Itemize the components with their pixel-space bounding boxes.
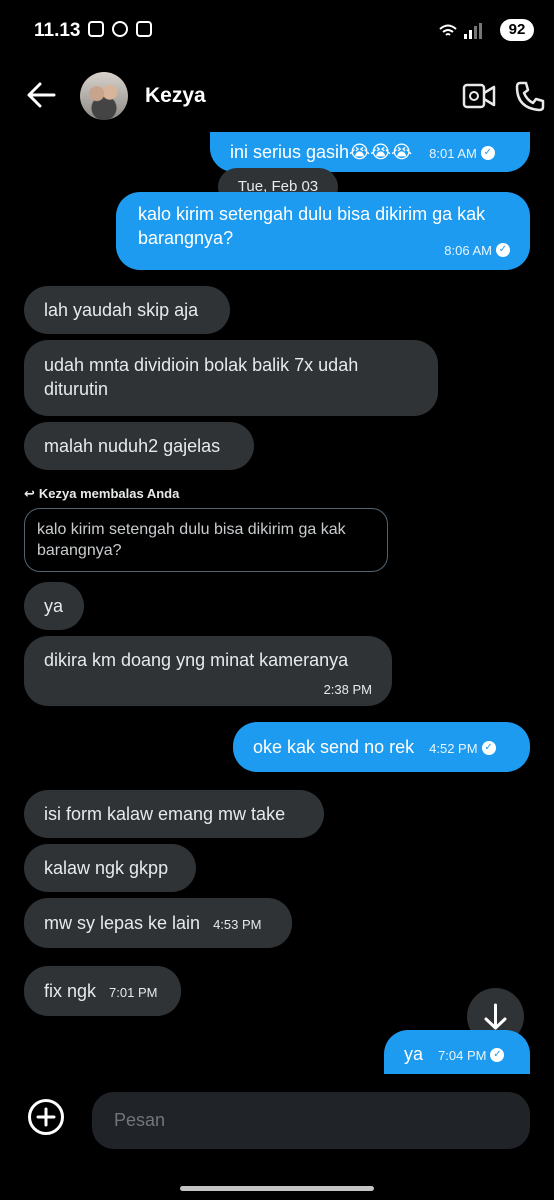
check-circle-icon: ✓ — [480, 146, 495, 161]
check-circle-icon: ✓ — [496, 243, 510, 258]
screenshot-icon — [88, 21, 104, 37]
message-text: isi form kalaw emang mw take — [44, 804, 286, 824]
reply-quote[interactable]: kalo kirim setengah dulu bisa dikirim ga… — [24, 508, 388, 572]
message-text: dikira km doang yng minat kameranya — [44, 650, 349, 670]
message-text: udah mnta dividioin bolak balik 7x udah … — [44, 355, 359, 399]
message-time: 7:04 PM — [438, 1048, 487, 1063]
home-indicator — [180, 1186, 374, 1191]
message-bubble-incoming[interactable]: udah mnta dividioin bolak balik 7x udah … — [24, 340, 438, 416]
message-bubble-incoming[interactable]: kalaw ngk gkpp — [24, 844, 196, 892]
message-text: ini serius gasih😭😭😭 — [230, 142, 413, 162]
message-bubble-incoming[interactable]: fix ngk 7:01 PM — [24, 966, 181, 1016]
back-arrow-icon[interactable] — [26, 82, 56, 108]
message-text: oke kak send no rek — [253, 737, 415, 757]
whatsapp-icon — [112, 21, 128, 37]
message-text: ya — [404, 1044, 424, 1064]
message-bubble-incoming[interactable]: ya — [24, 582, 84, 630]
message-bubble-incoming[interactable]: lah yaudah skip aja — [24, 286, 230, 334]
message-bubble-outgoing[interactable]: kalo kirim setengah dulu bisa dikirim ga… — [116, 192, 530, 270]
status-time: 11.13 — [34, 20, 81, 41]
add-attachment-button[interactable] — [28, 1099, 64, 1135]
message-input[interactable]: Pesan — [92, 1092, 530, 1149]
message-time: 4:52 PM — [429, 741, 478, 756]
message-text: mw sy lepas ke lain — [44, 913, 201, 933]
check-circle-icon: ✓ — [481, 741, 496, 756]
message-bubble-incoming[interactable]: dikira km doang yng minat kameranya 2:38… — [24, 636, 392, 706]
message-text: lah yaudah skip aja — [44, 300, 199, 320]
message-bubble-outgoing[interactable]: ini serius gasih😭😭😭 8:01 AM ✓ — [210, 132, 530, 172]
message-time: 8:06 AM — [444, 243, 492, 258]
message-input-placeholder: Pesan — [114, 1110, 166, 1130]
message-bubble-incoming[interactable]: isi form kalaw emang mw take — [24, 790, 324, 838]
contact-name[interactable]: Kezya — [145, 84, 206, 108]
battery-indicator: 92 — [500, 19, 534, 41]
message-bubble-outgoing[interactable]: ya 7:04 PM ✓ — [384, 1030, 530, 1074]
message-time: 7:01 PM — [109, 985, 158, 1000]
video-camera-icon[interactable] — [462, 82, 496, 110]
message-bubble-incoming[interactable]: malah nuduh2 gajelas — [24, 422, 254, 470]
message-bubble-outgoing[interactable]: oke kak send no rek 4:52 PM ✓ — [233, 722, 530, 772]
message-text: malah nuduh2 gajelas — [44, 436, 221, 456]
reply-label: ↩ Kezya membalas Anda — [24, 486, 180, 501]
plus-circle-icon — [36, 1107, 56, 1127]
wifi-signal-icon — [439, 23, 482, 39]
message-bubble-incoming[interactable]: mw sy lepas ke lain 4:53 PM — [24, 898, 292, 948]
message-text: kalaw ngk gkpp — [44, 858, 169, 878]
message-time: 8:01 AM — [429, 146, 477, 161]
phone-icon[interactable] — [514, 80, 546, 112]
reply-arrow-icon: ↩ — [24, 486, 35, 501]
message-text: ya — [44, 596, 64, 616]
instagram-icon — [136, 21, 152, 37]
message-time: 4:53 PM — [213, 917, 262, 932]
message-text: fix ngk — [44, 981, 97, 1001]
check-circle-icon: ✓ — [490, 1048, 505, 1063]
message-time: 2:38 PM — [323, 682, 372, 697]
avatar[interactable] — [80, 72, 128, 120]
